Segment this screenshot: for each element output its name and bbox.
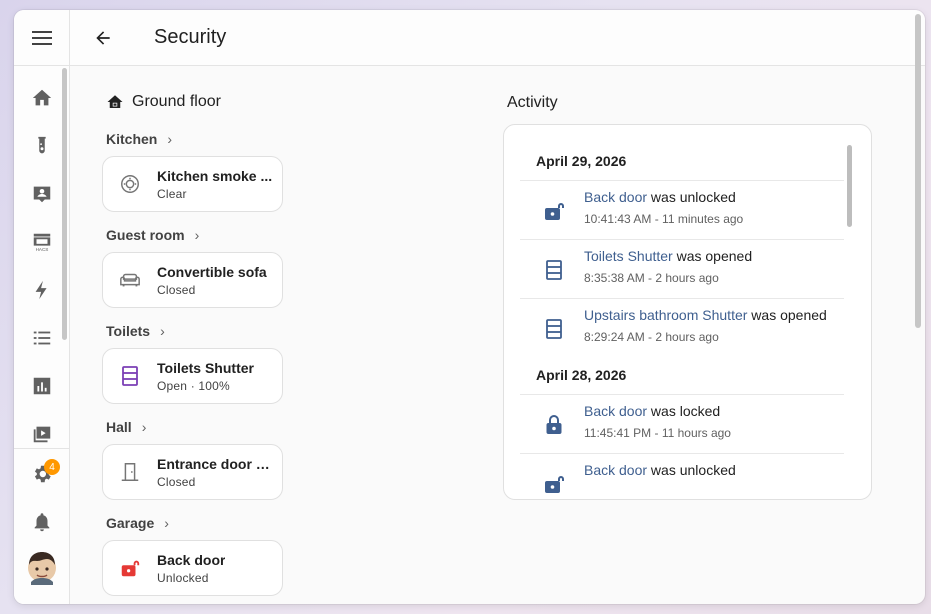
smoke-detector-icon [121,175,139,193]
entry-action: was opened [747,307,827,323]
entry-action: was opened [672,248,753,264]
app-window: HACS 4 Security Ground floor Kitchen › K… [14,10,925,604]
avatar[interactable] [27,551,57,585]
entity-name: Toilets Shutter [157,359,254,376]
lock-open-icon [121,560,140,577]
entity-state: Closed [157,282,196,297]
room-name: Garage [106,515,155,531]
area-title: Ground floor [132,93,221,110]
media-icon [33,426,51,443]
home-floor-icon [107,95,123,108]
sofa-icon [120,273,140,287]
top-app-bar: Security [70,10,925,66]
room-link-hall[interactable]: Hall › [106,419,146,435]
entity-name: Back door [157,551,226,568]
lock-icon [546,415,562,434]
entity-state: Unlocked [157,570,209,585]
room-link-garage[interactable]: Garage › [106,515,169,531]
entity-card-back-door[interactable]: Back door Unlocked [102,540,283,596]
entity-state: Closed [157,474,196,489]
chevron-right-icon: › [164,515,169,531]
entity-link[interactable]: Back door [584,189,647,205]
sidebar-item-notifications[interactable] [14,502,70,542]
logbook-date-header: April 29, 2026 [536,153,627,169]
shutter-icon [122,366,138,386]
logbook-entry[interactable]: Back door was locked 11:45:41 PM - 11 ho… [520,395,844,453]
entry-action: was unlocked [647,189,736,205]
room-link-kitchen[interactable]: Kitchen › [106,131,172,147]
shutter-icon [546,319,562,339]
entity-name: Entrance door D... [157,455,273,472]
entry-action: was unlocked [647,462,736,478]
room-name: Hall [106,419,132,435]
chevron-right-icon: › [167,131,173,147]
lock-open-icon [545,476,564,493]
list-icon [33,331,51,345]
chevron-right-icon: › [141,419,147,435]
page-title: Security [154,26,227,48]
entry-timestamp: 11:45:41 PM - 11 hours ago [584,426,731,440]
logbook-entry[interactable]: Back door was unlocked [520,454,844,499]
entity-link[interactable]: Toilets Shutter [584,248,673,264]
area-heading: Ground floor [106,93,221,111]
shutter-icon [546,260,562,280]
chevron-right-icon: › [194,227,200,243]
sidebar-divider [14,448,70,449]
logbook-entry[interactable]: Back door was unlocked 10:41:43 AM - 11 … [520,181,844,239]
account-box-icon [33,186,51,203]
back-button[interactable] [90,25,116,51]
activity-heading: Activity [507,94,558,111]
entity-card-toilets-shutter[interactable]: Toilets Shutter Open · 100% [102,348,283,404]
entity-card-entrance-door[interactable]: Entrance door D... Closed [102,444,283,500]
logbook-entry[interactable]: Toilets Shutter was opened 8:35:38 AM - … [520,240,844,298]
room-name: Kitchen [106,131,158,147]
entry-timestamp: 8:35:38 AM - 2 hours ago [584,271,719,285]
logbook-entry[interactable]: Upstairs bathroom Shutter was opened 8:2… [520,299,844,357]
room-name: Toilets [106,323,151,339]
hacs-store-icon: HACS [33,233,51,252]
entry-timestamp: 8:29:24 AM - 2 hours ago [584,330,719,344]
sidebar-item-history[interactable] [14,366,70,406]
logbook-scrollbar[interactable] [847,145,852,227]
entity-name: Kitchen smoke ... [157,167,273,184]
entity-link[interactable]: Back door [584,462,647,478]
logbook-date-header: April 28, 2026 [536,367,627,383]
entity-state: Clear [157,186,187,201]
entry-timestamp: 10:41:43 AM - 11 minutes ago [584,212,744,226]
entity-link[interactable]: Back door [584,403,647,419]
notification-count-badge: 4 [44,459,60,475]
lightning-icon [35,280,47,300]
chart-icon [33,377,51,395]
activity-logbook: April 29, 2026 Back door was unlocked 10… [503,124,872,500]
arrow-left-icon [96,31,110,45]
sidebar-scrollbar[interactable] [62,68,67,340]
flask-icon [38,136,46,154]
entity-name: Convertible sofa [157,263,267,280]
entity-state: Open · 100% [157,378,230,393]
chevron-right-icon: › [160,323,165,339]
entity-card-kitchen-smoke[interactable]: Kitchen smoke ... Clear [102,156,283,212]
room-link-guest-room[interactable]: Guest room › [106,227,199,243]
entity-card-convertible-sofa[interactable]: Convertible sofa Closed [102,252,283,308]
menu-button[interactable] [14,10,70,66]
room-name: Guest room [106,227,185,243]
entity-link[interactable]: Upstairs bathroom Shutter [584,307,747,323]
main-scrollbar[interactable] [915,14,921,328]
sidebar-item-settings[interactable] [14,454,70,494]
lock-open-icon [545,203,564,220]
sidebar: HACS 4 [14,10,70,604]
room-link-toilets[interactable]: Toilets › [106,323,165,339]
home-icon [32,89,52,106]
door-icon [121,463,139,481]
svg-text:HACS: HACS [36,247,49,252]
bell-icon [34,513,50,532]
hamburger-icon [32,30,52,45]
entry-action: was locked [647,403,721,419]
